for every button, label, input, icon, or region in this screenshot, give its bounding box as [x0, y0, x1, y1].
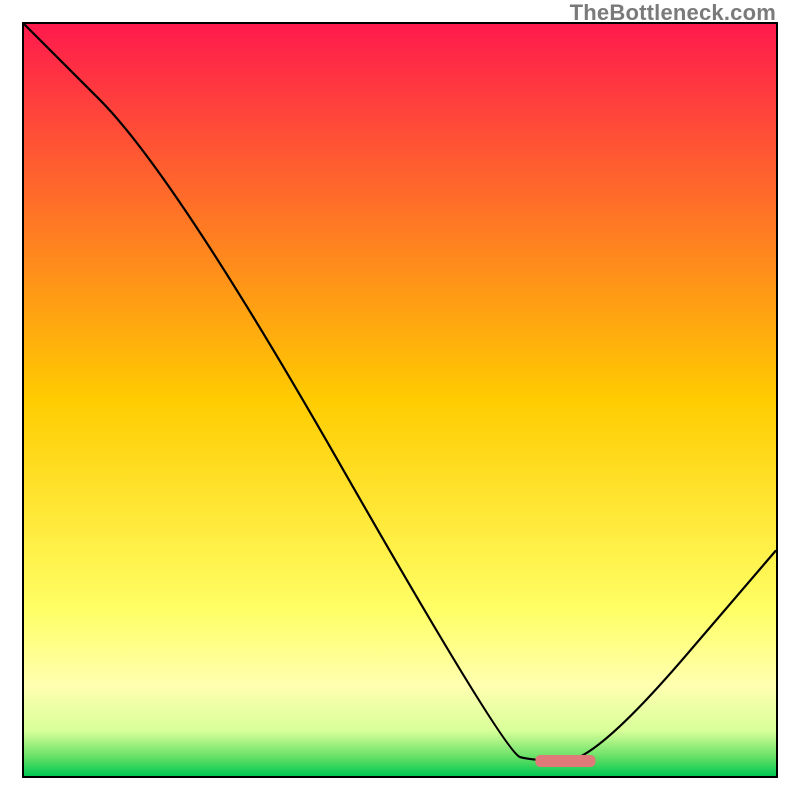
optimal-range-marker: [535, 755, 595, 767]
chart-background: [24, 24, 776, 776]
chart-plot-area: [22, 22, 778, 778]
chart-svg: [24, 24, 776, 776]
